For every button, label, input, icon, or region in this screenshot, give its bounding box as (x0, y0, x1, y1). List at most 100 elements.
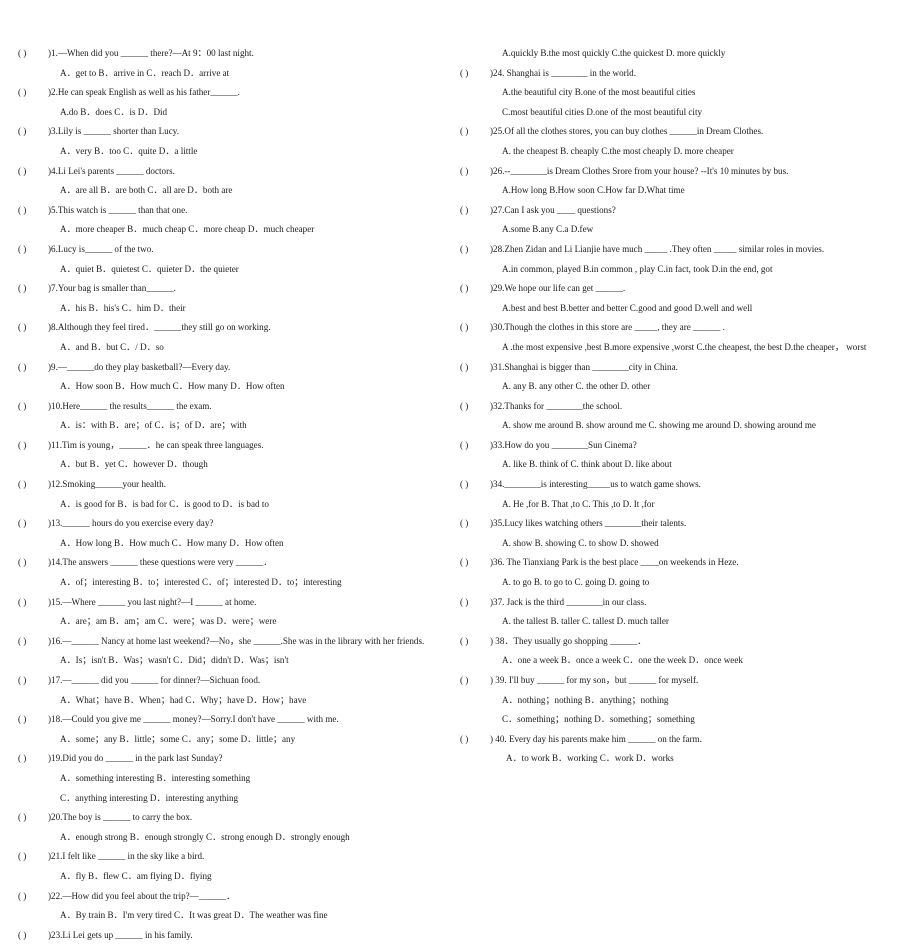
option-line[interactable]: A．of；interesting B．to；interested C．of；in… (18, 573, 438, 593)
question-stem: )6.Lucy is______ of the two. (48, 243, 154, 254)
answer-paren[interactable]: ( ) (18, 44, 48, 64)
answer-paren[interactable]: ( ) (18, 514, 48, 534)
answer-paren[interactable]: ( ) (18, 397, 48, 417)
answer-paren[interactable]: ( ) (460, 397, 490, 417)
answer-paren[interactable]: ( ) (18, 318, 48, 338)
option-line[interactable]: A．By train B．I'm very tired C．It was gre… (18, 906, 438, 926)
option-line[interactable]: A．fly B．flew C．am flying D．flying (18, 867, 438, 887)
answer-paren[interactable]: ( ) (18, 279, 48, 299)
answer-paren[interactable]: ( ) (18, 749, 48, 769)
option-line[interactable]: A.best and best B.better and better C.go… (460, 299, 900, 319)
answer-paren[interactable]: ( ) (18, 808, 48, 828)
option-line[interactable]: A．more cheaper B．much cheap C．more cheap… (18, 220, 438, 240)
option-line[interactable]: A. the cheapest B. cheaply C.the most ch… (460, 142, 900, 162)
answer-paren[interactable]: ( ) (18, 122, 48, 142)
option-line[interactable]: A．What；have B．When；had C．Why；have D．How；… (18, 691, 438, 711)
question-item: ( ) )8.Although they feel tired．______th… (18, 318, 438, 338)
option-line[interactable]: A．are；am B．am；am C．were；was D．were；were (18, 612, 438, 632)
answer-paren[interactable]: ( ) (18, 847, 48, 867)
answer-paren[interactable]: ( ) (460, 671, 490, 691)
answer-paren[interactable]: ( ) (460, 730, 490, 750)
option-line[interactable]: A．How soon B．How much C．How many D．How o… (18, 377, 438, 397)
option-line[interactable]: A. He ,for B. That ,to C. This ,to D. It… (460, 495, 900, 515)
option-line[interactable]: A．some；any B．little；some C．any；some D．li… (18, 730, 438, 750)
answer-paren[interactable]: ( ) (18, 553, 48, 573)
option-line[interactable]: A．is good for B．is bad for C．is good to … (18, 495, 438, 515)
option-line[interactable]: A. to go B. to go to C. going D. going t… (460, 573, 900, 593)
question-stem: )32.Thanks for ________the school. (490, 400, 623, 411)
answer-paren[interactable]: ( ) (18, 83, 48, 103)
question-stem: )36. The Tianxiang Park is the best plac… (490, 557, 739, 568)
option-line[interactable]: A.the beautiful city B.one of the most b… (460, 83, 900, 103)
answer-paren[interactable]: ( ) (18, 710, 48, 730)
answer-paren[interactable]: ( ) (460, 162, 490, 182)
option-line[interactable]: A．very B．too C．quite D．a little (18, 142, 438, 162)
option-line-continued[interactable]: A.quickly B.the most quickly C.the quick… (460, 44, 900, 64)
answer-paren[interactable]: ( ) (460, 475, 490, 495)
answer-paren[interactable]: ( ) (460, 358, 490, 378)
option-line[interactable]: A．get to B．arrive in C．reach D．arrive at (18, 64, 438, 84)
option-line[interactable]: C．something；nothing D．something；somethin… (460, 710, 900, 730)
answer-paren[interactable]: ( ) (18, 240, 48, 260)
answer-paren[interactable]: ( ) (460, 632, 490, 652)
question-item: ( ) ) 40. Every day his parents make him… (460, 730, 900, 750)
question-stem: ) 39. I'll buy ______ for my son，but ___… (490, 675, 699, 685)
option-line[interactable]: C.most beautiful cities D.one of the mos… (460, 103, 900, 123)
option-line[interactable]: A. the tallest B. taller C. tallest D. m… (460, 612, 900, 632)
answer-paren[interactable]: ( ) (18, 436, 48, 456)
option-line[interactable]: A．his B．his's C．him D．their (18, 299, 438, 319)
question-item: ( ) )9.—______do they play basketball?—E… (18, 358, 438, 378)
answer-paren[interactable]: ( ) (18, 358, 48, 378)
answer-paren[interactable]: ( ) (18, 887, 48, 907)
answer-paren[interactable]: ( ) (18, 593, 48, 613)
question-stem: )10.Here______ the results______ the exa… (48, 400, 212, 411)
question-stem: )28.Zhen Zidan and Li Lianjie have much … (490, 243, 825, 254)
answer-paren[interactable]: ( ) (460, 593, 490, 613)
question-stem: )27.Can I ask you ____ questions? (490, 204, 616, 215)
option-line[interactable]: A．Is；isn't B．Was；wasn't C．Did；didn't D．W… (18, 651, 438, 671)
answer-paren[interactable]: ( ) (18, 475, 48, 495)
option-line[interactable]: A.some B.any C.a D.few (460, 220, 900, 240)
option-line[interactable]: A．nothing；nothing B．anything；nothing (460, 691, 900, 711)
question-stem: )18.—Could you give me ______ money?—Sor… (48, 714, 339, 725)
question-item: ( ) )18.—Could you give me ______ money?… (18, 710, 438, 730)
question-item: ( ) )34.________is interesting_____us to… (460, 475, 900, 495)
option-line[interactable]: A. like B. think of C. think about D. li… (460, 455, 900, 475)
answer-paren[interactable]: ( ) (460, 240, 490, 260)
answer-paren[interactable]: ( ) (460, 436, 490, 456)
answer-paren[interactable]: ( ) (460, 201, 490, 221)
option-line[interactable]: A．quiet B．quietest C．quieter D．the quiet… (18, 260, 438, 280)
answer-paren[interactable]: ( ) (18, 926, 48, 945)
option-line[interactable]: A．How long B．How much C．How many D．How o… (18, 534, 438, 554)
option-line[interactable]: A. any B. any other C. the other D. othe… (460, 377, 900, 397)
option-line[interactable]: A. show B. showing C. to show D. showed (460, 534, 900, 554)
question-stem: )19.Did you do ______ in the park last S… (48, 753, 223, 764)
answer-paren[interactable]: ( ) (460, 64, 490, 84)
option-line[interactable]: A．and B．but C．/ D．so (18, 338, 438, 358)
option-line[interactable]: A．are all B．are both C．all are D．both ar… (18, 181, 438, 201)
answer-paren[interactable]: ( ) (460, 553, 490, 573)
answer-paren[interactable]: ( ) (460, 514, 490, 534)
answer-paren[interactable]: ( ) (460, 122, 490, 142)
answer-paren[interactable]: ( ) (18, 632, 48, 652)
option-line[interactable]: A. show me around B. show around me C. s… (460, 416, 900, 436)
option-line[interactable]: A.How long B.How soon C.How far D.What t… (460, 181, 900, 201)
option-line[interactable]: A．one a week B．once a week C．one the wee… (460, 651, 900, 671)
answer-paren[interactable]: ( ) (460, 318, 490, 338)
option-line[interactable]: A．but B．yet C．however D．though (18, 455, 438, 475)
answer-paren[interactable]: ( ) (18, 201, 48, 221)
option-line[interactable]: A .the most expensive ,best B.more expen… (460, 338, 900, 358)
option-line[interactable]: C．anything interesting D．interesting any… (18, 789, 438, 809)
answer-paren[interactable]: ( ) (18, 162, 48, 182)
answer-paren[interactable]: ( ) (460, 279, 490, 299)
option-line[interactable]: A.do B．does C．is D．Did (18, 103, 438, 123)
question-column-left: ( ) )1.—When did you ______ there?—At 9：… (18, 44, 438, 945)
option-line[interactable]: A.in common, played B.in common , play C… (460, 260, 900, 280)
question-stem: )22.—How did you feel about the trip?—__… (48, 890, 236, 901)
answer-paren[interactable]: ( ) (18, 671, 48, 691)
option-line[interactable]: A．something interesting B．interesting so… (18, 769, 438, 789)
option-line[interactable]: A．is：with B．are；of C．is；of D．are；with (18, 416, 438, 436)
question-stem: )23.Li Lei gets up ______ in his family. (48, 929, 193, 940)
option-line[interactable]: A．to work B．working C．work D．works (460, 749, 900, 769)
option-line[interactable]: A．enough strong B．enough strongly C．stro… (18, 828, 438, 848)
